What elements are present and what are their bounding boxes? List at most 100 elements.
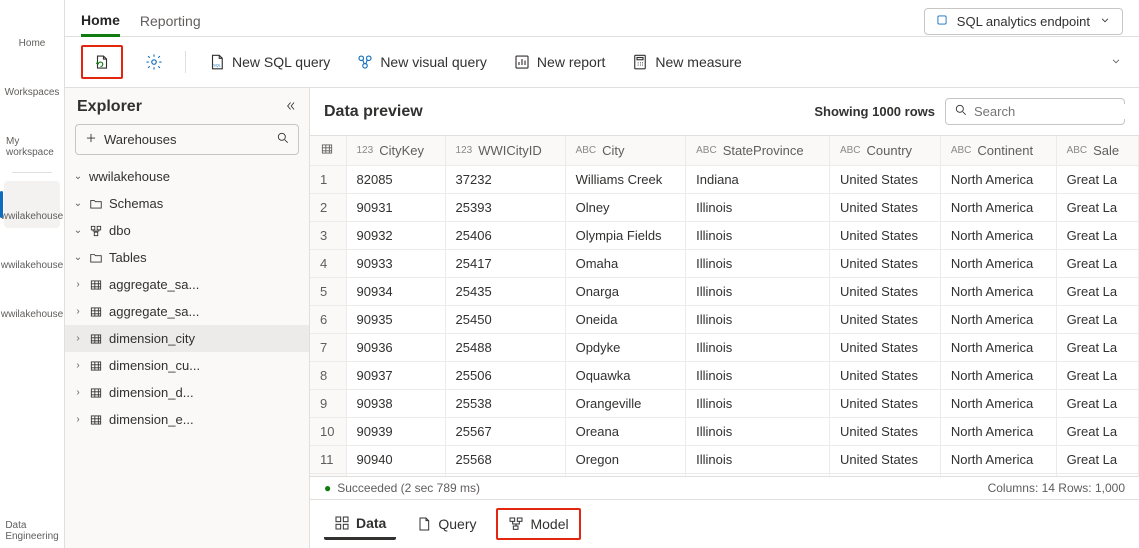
table-cell: United States [829,222,940,250]
tree-node-label: dimension_cu... [109,358,200,373]
rail-my-workspace[interactable]: My workspace [4,106,60,164]
settings-button[interactable] [141,51,167,73]
row-number-cell: 9 [310,390,346,418]
table-row[interactable]: 99093825538OrangevilleIllinoisUnited Sta… [310,390,1139,418]
collapse-explorer-button[interactable] [283,99,297,116]
row-number-cell: 10 [310,418,346,446]
tree-node-label: aggregate_sa... [109,277,199,292]
tab-label: Query [438,516,476,532]
chevron-icon: › [73,279,83,290]
tree-node-label: Tables [109,250,147,265]
table-row[interactable]: 79093625488OpdykeIllinoisUnited StatesNo… [310,334,1139,362]
new-report-button[interactable]: New report [509,51,609,73]
type-icon: ABC [696,145,717,156]
tab-home[interactable]: Home [81,6,120,37]
tree-node-dimension_d-[interactable]: ›dimension_d... [65,379,309,406]
table-row[interactable]: 89093725506OquawkaIllinoisUnited StatesN… [310,362,1139,390]
type-icon: 123 [456,145,473,156]
rail-label: wwilakehouse [1,309,63,320]
mode-selector[interactable]: SQL analytics endpoint [924,8,1123,35]
rail-data-engineering[interactable]: Data Engineering [4,490,60,548]
rail-label: wwilakehouse [1,260,63,271]
table-cell: 90937 [346,362,445,390]
tab-model[interactable]: Model [496,508,580,540]
table-cell: 25567 [445,418,565,446]
table-cell: North America [940,194,1056,222]
table-cell: 82085 [346,166,445,194]
tree-node-label: Schemas [109,196,163,211]
table-cell: Illinois [686,306,830,334]
table-cell: United States [829,390,940,418]
column-name: Sale [1093,143,1119,158]
tree-node-wwilakehouse[interactable]: ⌄wwilakehouse [65,163,309,190]
visual-query-icon [356,53,374,71]
table-cell: North America [940,334,1056,362]
column-header-City[interactable]: ABCCity [565,136,686,166]
table-cell: Omaha [565,250,686,278]
table-row[interactable]: 18208537232Williams CreekIndianaUnited S… [310,166,1139,194]
warehouses-button[interactable]: Warehouses [75,124,299,155]
rail-wwilakehouse-1[interactable]: wwilakehouse [4,181,60,228]
status-bar: ● Succeeded (2 sec 789 ms) Columns: 14 R… [310,476,1139,499]
tab-query[interactable]: Query [406,510,486,538]
refresh-icon [93,53,111,71]
rail-wwilakehouse-2[interactable]: wwilakehouse [4,230,60,277]
toolbar-more-button[interactable] [1109,54,1123,71]
model-icon [508,516,524,532]
tree-node-Tables[interactable]: ⌄Tables [65,244,309,271]
search-input[interactable] [974,104,1139,119]
tab-reporting[interactable]: Reporting [140,7,201,35]
preview-search-box[interactable] [945,98,1125,125]
tree-node-Schemas[interactable]: ⌄Schemas [65,190,309,217]
table-cell: Olney [565,194,686,222]
chevron-icon: ⌄ [73,225,83,236]
tree-node-label: dimension_city [109,331,195,346]
table-row[interactable]: 119094025568OregonIllinoisUnited StatesN… [310,446,1139,474]
table-cell: North America [940,418,1056,446]
tree-node-aggregate_sa-[interactable]: › aggregate_sa... [65,271,309,298]
table-row[interactable]: 29093125393OlneyIllinoisUnited StatesNor… [310,194,1139,222]
chevron-down-icon [1098,13,1112,30]
table-cell: North America [940,250,1056,278]
tree-node-dimension_e-[interactable]: ›dimension_e... [65,406,309,433]
tree-node-label: dbo [109,223,131,238]
search-icon[interactable] [276,131,290,148]
grid-scroll[interactable]: 123CityKey 123 WWICityID ABCCityABCStatePro… [310,135,1139,476]
rail-workspaces[interactable]: Workspaces [4,57,60,104]
table-cell: Great La [1056,334,1138,362]
table-cell: United States [829,306,940,334]
type-icon: ABC [576,145,597,156]
column-header-Country[interactable]: ABCCountry [829,136,940,166]
search-icon [954,103,968,120]
column-header-Sale[interactable]: ABCSale [1056,136,1138,166]
row-number-header[interactable] [310,136,346,166]
table-row[interactable]: 59093425435OnargaIllinoisUnited StatesNo… [310,278,1139,306]
tree-node-dimension_cu-[interactable]: ›dimension_cu... [65,352,309,379]
tree-node-dimension_city[interactable]: ›dimension_city [65,325,309,352]
column-header-Continent[interactable]: ABCContinent [940,136,1056,166]
table-cell: 25506 [445,362,565,390]
rail-wwilakehouse-3[interactable]: wwilakehouse [4,279,60,326]
column-name: WWICityID [478,143,542,158]
column-header-StateProvince[interactable]: ABCStateProvince [686,136,830,166]
table-cell: Great La [1056,222,1138,250]
table-cell: Great La [1056,166,1138,194]
row-number-cell: 7 [310,334,346,362]
tree-node-aggregate_sa-[interactable]: ›aggregate_sa... [65,298,309,325]
table-row[interactable]: 39093225406Olympia FieldsIllinoisUnited … [310,222,1139,250]
new-visual-query-button[interactable]: New visual query [352,51,491,73]
tree-node-dbo[interactable]: ⌄ dbo [65,217,309,244]
column-header-CityKey[interactable]: 123CityKey [346,136,445,166]
btn-label: New SQL query [232,54,330,70]
table-row[interactable]: 109093925567OreanaIllinoisUnited StatesN… [310,418,1139,446]
tab-data[interactable]: Data [324,509,396,540]
table-cell: North America [940,390,1056,418]
table-row[interactable]: 69093525450OneidaIllinoisUnited StatesNo… [310,306,1139,334]
column-header-WWICityID[interactable]: 123 WWICityID [445,136,565,166]
new-measure-button[interactable]: New measure [627,51,745,73]
new-sql-query-button[interactable]: SQL New SQL query [204,51,334,73]
refresh-button[interactable] [89,51,115,73]
table-cell: 25417 [445,250,565,278]
rail-home[interactable]: Home [4,8,60,55]
table-row[interactable]: 49093325417OmahaIllinoisUnited StatesNor… [310,250,1139,278]
